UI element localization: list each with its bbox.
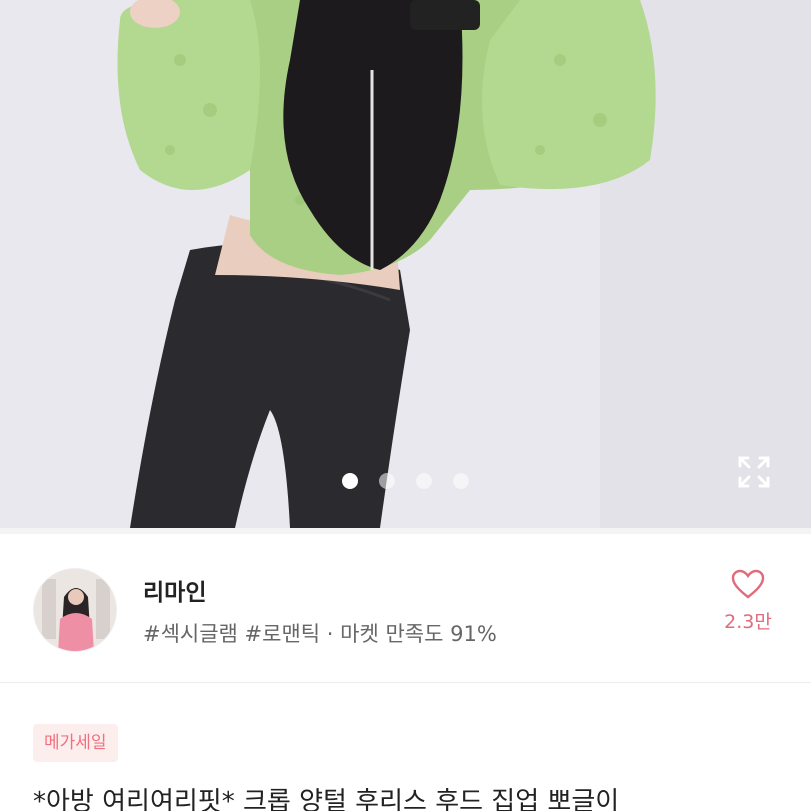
mega-sale-badge: 메가세일 [33,724,118,762]
seller-avatar[interactable] [33,568,117,652]
meta-separator: · [326,622,334,646]
carousel-dot[interactable] [379,473,395,489]
carousel-dot[interactable] [453,473,469,489]
expand-icon [738,456,770,488]
market-satisfaction: 마켓 만족도 91% [340,622,497,646]
seller-info[interactable]: 리마인 #섹시글램 #로맨틱 · 마켓 만족도 91% 2.3만 [0,555,811,665]
carousel-dot[interactable] [416,473,432,489]
expand-button[interactable] [734,452,774,492]
product-photo [0,0,811,528]
seller-tags[interactable]: #섹시글램 #로맨틱 [143,622,320,646]
like-count: 2.3만 [724,611,772,633]
section-divider [0,528,811,534]
like-button[interactable]: 2.3만 [716,569,780,634]
carousel-dot-active[interactable] [342,473,358,489]
seller-name[interactable]: 리마인 [143,573,206,607]
heart-icon [731,569,765,599]
product-image[interactable] [0,0,811,528]
seller-meta: #섹시글램 #로맨틱 · 마켓 만족도 91% [143,618,497,648]
carousel-indicator [0,473,811,489]
section-divider [0,682,811,683]
product-title: *아방 여리여리핏* 크롭 양털 후리스 후드 집업 뽀글이 [33,787,620,811]
